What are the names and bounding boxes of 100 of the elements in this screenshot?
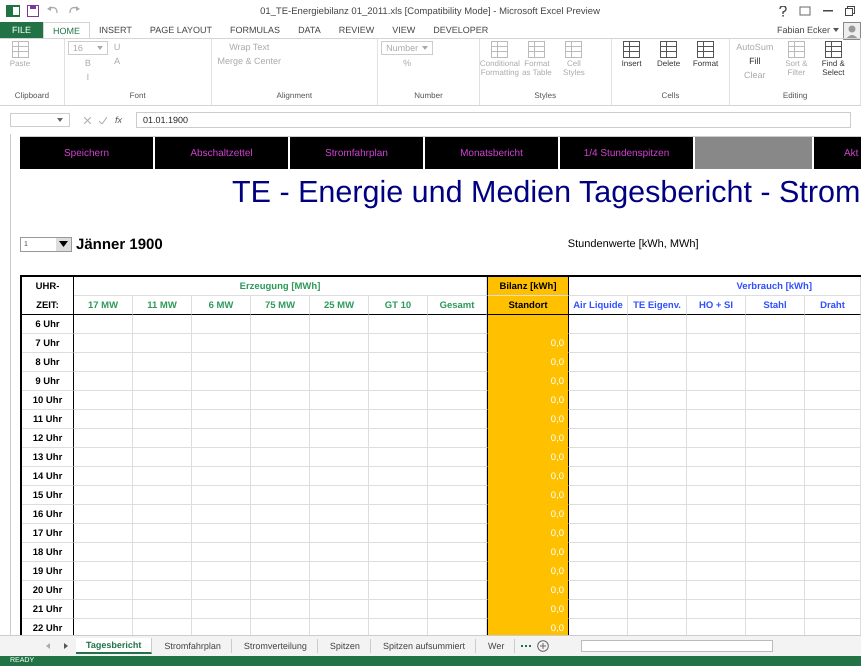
table-cell xyxy=(251,600,310,619)
grid-icon xyxy=(623,41,640,58)
table-cell xyxy=(628,353,687,372)
table-cell xyxy=(746,581,805,600)
table-cell xyxy=(251,429,310,448)
ribbon-command[interactable]: Format xyxy=(688,41,723,89)
ribbon-tab[interactable]: FILE xyxy=(0,22,44,38)
scroll-right-icon[interactable] xyxy=(64,643,68,649)
ribbon-display-icon[interactable] xyxy=(799,6,811,16)
insert-function-button[interactable]: fx xyxy=(115,115,122,125)
table-cell xyxy=(74,410,133,429)
caret-icon xyxy=(57,118,63,122)
table-cell xyxy=(251,372,310,391)
table-cell xyxy=(310,543,369,562)
ribbon-command[interactable]: Fill xyxy=(733,55,776,67)
report-title: TE - Energie und Medien Tagesbericht - Strom xyxy=(232,175,861,210)
table-cell xyxy=(687,543,746,562)
table-cell xyxy=(251,524,310,543)
table-header: 11 MW xyxy=(133,296,192,315)
table-cell xyxy=(805,315,861,334)
table-cell: 0,0 xyxy=(487,372,569,391)
table-cell xyxy=(805,353,861,372)
table-cell xyxy=(310,600,369,619)
macro-button[interactable]: Speichern xyxy=(20,137,153,169)
caret-icon xyxy=(59,240,68,246)
table-cell: 17 Uhr xyxy=(22,524,74,543)
ribbon-tab[interactable]: INSERT xyxy=(90,22,141,38)
ribbon-command[interactable]: Delete xyxy=(652,41,686,89)
table-cell xyxy=(133,372,192,391)
table-cell xyxy=(628,448,687,467)
table-cell xyxy=(369,467,428,486)
table-cell xyxy=(746,429,805,448)
formula-field[interactable]: 01.01.1900 xyxy=(136,112,851,128)
table-cell xyxy=(310,391,369,410)
table-cell: 0,0 xyxy=(487,581,569,600)
horizontal-scrollbar[interactable] xyxy=(581,640,774,652)
sheet-tab[interactable]: Spitzen aufsummiert xyxy=(372,639,476,653)
macro-button[interactable]: Akt xyxy=(814,137,861,169)
table-cell: 0,0 xyxy=(487,543,569,562)
table-cell xyxy=(369,600,428,619)
macro-button[interactable]: Abschaltzettel xyxy=(155,137,288,169)
table-cell xyxy=(133,391,192,410)
table-cell: 9 Uhr xyxy=(22,372,74,391)
table-cell xyxy=(74,600,133,619)
avatar-icon[interactable] xyxy=(843,22,861,40)
ribbon-tab[interactable]: HOME xyxy=(43,22,90,38)
sheet-tab[interactable]: Wer xyxy=(478,639,516,653)
ribbon-tab[interactable]: FORMULAS xyxy=(221,22,290,38)
ribbon-tab[interactable]: DATA xyxy=(289,22,330,38)
table-cell xyxy=(628,581,687,600)
table-header: 25 MW xyxy=(310,296,369,315)
ribbon-command[interactable]: Find & Select xyxy=(816,41,850,89)
table-cell xyxy=(369,581,428,600)
sheet-tab[interactable]: Stromverteilung xyxy=(234,639,318,653)
grid-icon xyxy=(660,41,678,58)
ribbon-tab[interactable]: PAGE LAYOUT xyxy=(140,22,222,38)
ribbon-group-label: Alignment xyxy=(276,91,314,100)
macro-button[interactable]: Stromfahrplan xyxy=(290,137,423,169)
table-header: Stahl xyxy=(746,296,805,315)
table-cell xyxy=(369,486,428,505)
table-cell: 7 Uhr xyxy=(22,334,74,353)
check-icon[interactable] xyxy=(99,116,107,124)
table-header: 75 MW xyxy=(251,296,310,315)
table-header: 6 MW xyxy=(192,296,251,315)
ribbon-tab[interactable]: VIEW xyxy=(383,22,424,38)
table-cell xyxy=(74,486,133,505)
sheet-tab[interactable]: Spitzen xyxy=(320,639,371,653)
table-header: Erzeugung [MWh] xyxy=(74,277,487,296)
table-cell xyxy=(746,467,805,486)
add-sheet-icon[interactable] xyxy=(537,640,550,652)
user-name[interactable]: Fabian Ecker xyxy=(776,25,830,35)
table-cell: 0,0 xyxy=(487,334,569,353)
table-cell xyxy=(133,505,192,524)
help-icon[interactable] xyxy=(779,6,787,16)
table-cell xyxy=(369,334,428,353)
ribbon-tab[interactable]: REVIEW xyxy=(330,22,384,38)
table-cell xyxy=(628,505,687,524)
table-cell xyxy=(192,372,251,391)
table-cell xyxy=(192,429,251,448)
macro-button[interactable]: 1/4 Stundenspitzen xyxy=(560,137,693,169)
minimize-icon[interactable] xyxy=(823,10,833,12)
grid-icon xyxy=(788,41,805,58)
table-cell xyxy=(805,543,861,562)
table-cell xyxy=(369,505,428,524)
ribbon-command[interactable]: Insert xyxy=(614,41,649,89)
caret-icon[interactable] xyxy=(833,28,839,32)
table-cell: 6 Uhr xyxy=(22,315,74,334)
ribbon-tab[interactable]: DEVELOPER xyxy=(424,22,498,38)
table-cell xyxy=(133,562,192,581)
table-cell xyxy=(628,486,687,505)
macro-button[interactable]: Monatsbericht xyxy=(425,137,558,169)
restore-icon[interactable] xyxy=(845,6,855,16)
table-cell xyxy=(569,524,628,543)
table-cell: 18 Uhr xyxy=(22,543,74,562)
save-icon[interactable] xyxy=(27,5,39,17)
sheet-tab[interactable]: Stromfahrplan xyxy=(154,639,232,653)
sheet-tab[interactable]: Tagesbericht xyxy=(76,638,152,654)
ribbon-group-label: Font xyxy=(128,91,147,100)
table-cell xyxy=(192,315,251,334)
table-cell: 0,0 xyxy=(487,524,569,543)
